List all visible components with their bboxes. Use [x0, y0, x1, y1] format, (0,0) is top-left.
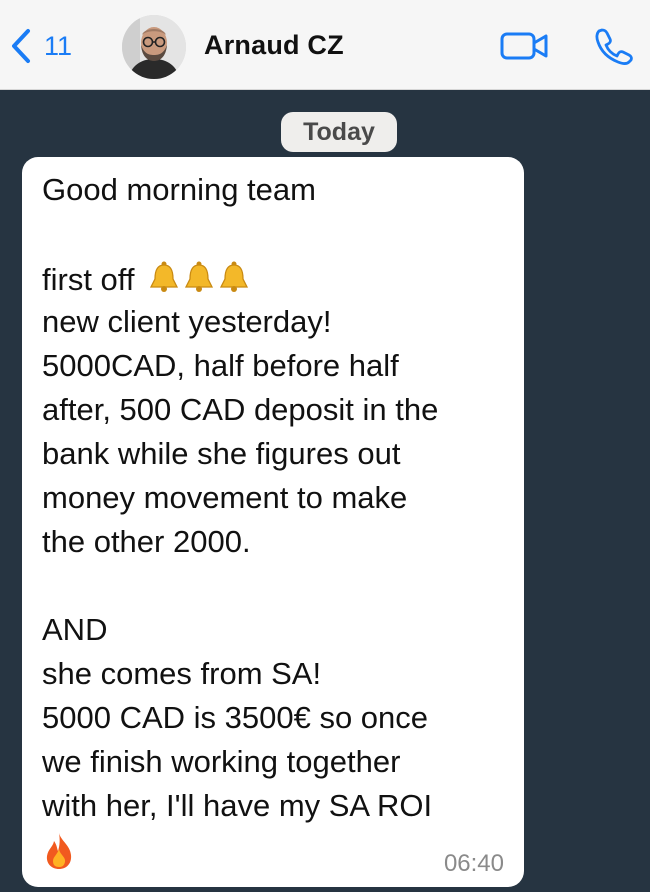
- message-line: we finish working together: [42, 744, 401, 779]
- message-line: money movement to make: [42, 480, 408, 515]
- video-camera-icon: [500, 32, 550, 65]
- message-bubble[interactable]: Good morning team first off new client y…: [22, 157, 524, 887]
- fire-icon: [42, 831, 76, 876]
- phone-icon: [594, 28, 634, 69]
- message-line: 5000CAD, half before half: [42, 348, 399, 383]
- back-button[interactable]: 11: [10, 26, 72, 66]
- chevron-left-icon: [10, 28, 32, 64]
- bell-icon: [147, 260, 182, 294]
- message-line: Good morning team: [42, 172, 316, 207]
- chat-header: 11 Arnaud CZ: [0, 0, 650, 90]
- bell-icon: [182, 260, 217, 294]
- message-line: new client yesterday!: [42, 304, 332, 339]
- message-line: she comes from SA!: [42, 656, 322, 691]
- avatar[interactable]: [122, 15, 186, 79]
- video-call-button[interactable]: [500, 31, 550, 66]
- message-line: AND: [42, 612, 108, 647]
- unread-count: 11: [44, 30, 73, 61]
- message-line: bank while she figures out: [42, 436, 401, 471]
- message-timestamp: 06:40: [443, 850, 504, 877]
- bell-emojis: [147, 260, 252, 294]
- message-text: first off: [42, 262, 135, 297]
- voice-call-button[interactable]: [594, 27, 634, 70]
- message-line: after, 500 CAD deposit in the: [42, 392, 439, 427]
- bell-icon: [217, 260, 252, 294]
- message-line: with her, I'll have my SA ROI: [42, 788, 433, 823]
- contact-name[interactable]: Arnaud CZ: [204, 30, 344, 61]
- message-line-with-emoji: first off: [42, 260, 252, 298]
- date-separator: Today: [281, 112, 397, 152]
- message-line: 5000 CAD is 3500€ so once: [42, 700, 429, 735]
- message-line: the other 2000.: [42, 524, 251, 559]
